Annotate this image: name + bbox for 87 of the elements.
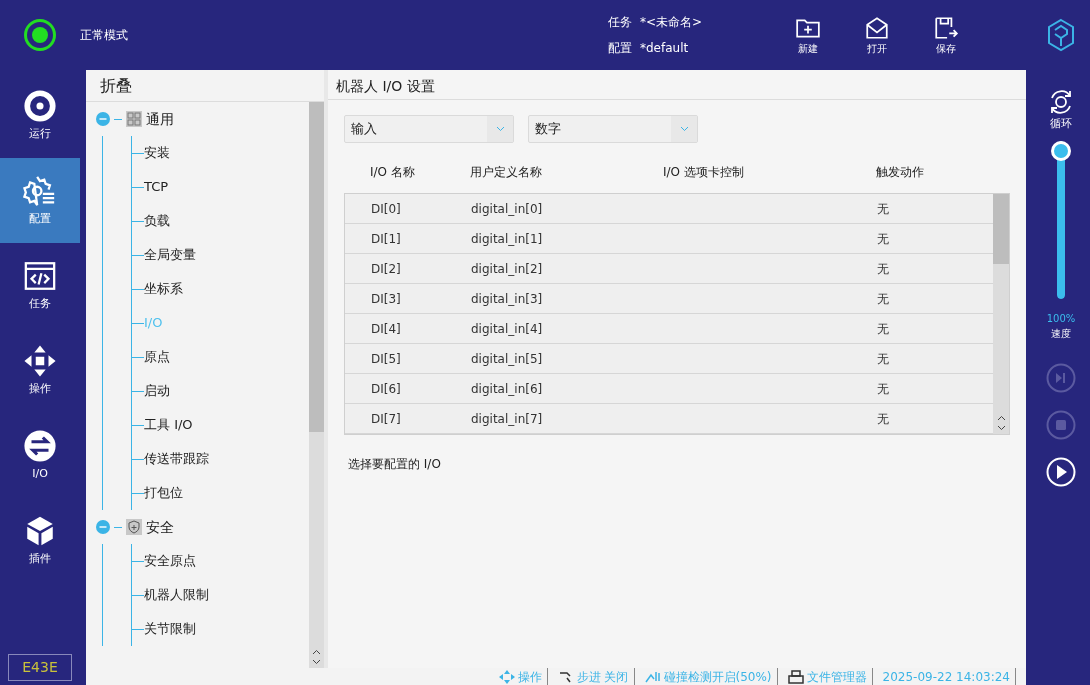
status-ring-icon	[23, 18, 57, 52]
hint-text: 选择要配置的 I/O	[348, 456, 442, 473]
chevron-down-icon	[495, 126, 505, 132]
column-header: 用户定义名称	[470, 165, 542, 179]
table-cell: DI[7]	[371, 411, 401, 426]
table-cell: DI[3]	[371, 291, 401, 306]
column-header: 触发动作	[876, 165, 924, 179]
dropdown[interactable]: 数字	[528, 115, 698, 143]
chevron-down-icon	[679, 126, 689, 132]
table-cell: digital_in[1]	[471, 231, 543, 246]
table-cell: 无	[877, 381, 889, 396]
tree-title: 折叠	[100, 74, 132, 97]
table-cell: digital_in[3]	[471, 291, 543, 306]
nav-item[interactable]: 插件	[0, 498, 80, 583]
hexagon-logo-icon	[1046, 18, 1076, 52]
speed-slider[interactable]	[1051, 140, 1071, 299]
speed-label: 速度	[1051, 326, 1071, 341]
tree-item[interactable]: 启动	[144, 381, 170, 401]
scroll-up-icon[interactable]	[996, 415, 1006, 421]
table-cell: 无	[877, 231, 889, 246]
table-cell: digital_in[5]	[471, 351, 543, 366]
table-cell: 无	[877, 291, 889, 306]
table-cell: 无	[877, 321, 889, 336]
tree-group-label[interactable]: 通用	[146, 108, 174, 130]
tree-item[interactable]: 坐标系	[144, 279, 183, 299]
scroll-down-icon[interactable]	[996, 425, 1006, 431]
nav-item[interactable]: I/O	[0, 413, 80, 498]
scrollbar[interactable]	[993, 194, 1009, 434]
column-header: I/O 名称	[370, 165, 415, 179]
tree-item[interactable]: 传送带跟踪	[144, 449, 209, 469]
table-cell: DI[6]	[371, 381, 401, 396]
scroll-up-icon[interactable]	[312, 649, 321, 655]
config-label: 配置	[608, 40, 632, 57]
task-label: 任务	[608, 14, 632, 31]
printer-icon	[787, 669, 804, 684]
table-cell: DI[0]	[371, 201, 401, 216]
status-item: 2025-09-22 14:03:24	[882, 668, 1010, 685]
table-cell: 无	[877, 411, 889, 426]
tree-item[interactable]: 安全原点	[144, 551, 196, 571]
table-cell: digital_in[4]	[471, 321, 543, 336]
floppy-export-icon	[933, 14, 959, 41]
play-button[interactable]	[1046, 456, 1076, 487]
table-cell: 无	[877, 351, 889, 366]
table-cell: digital_in[6]	[471, 381, 543, 396]
tree-item[interactable]: 安装	[144, 143, 170, 163]
scroll-down-icon[interactable]	[312, 659, 321, 665]
table-cell: digital_in[2]	[471, 261, 543, 276]
mode-label: 正常模式	[80, 27, 128, 44]
four-arrows-icon	[23, 343, 57, 378]
four-arrows-icon	[498, 669, 515, 684]
tree-item[interactable]: 原点	[144, 347, 170, 367]
page-title: 机器人 I/O 设置	[336, 77, 435, 96]
nav-item[interactable]: 操作	[0, 328, 80, 413]
tree-item[interactable]: 打包位	[144, 483, 183, 503]
shield-plus-icon	[126, 519, 142, 535]
save-file-button[interactable]: 保存	[924, 14, 968, 56]
open-file-button[interactable]: 打开	[855, 14, 899, 56]
table-cell: 无	[877, 261, 889, 276]
table-cell: digital_in[7]	[471, 411, 543, 426]
tree-item[interactable]: TCP	[144, 177, 169, 197]
nav-item[interactable]: 配置	[0, 158, 80, 243]
grid-icon	[126, 111, 142, 127]
new-file-button[interactable]: 新建	[786, 14, 830, 56]
scrollbar[interactable]	[309, 102, 324, 668]
task-value: *<未命名>	[640, 14, 703, 31]
table-cell: DI[5]	[371, 351, 401, 366]
table-cell: digital_in[0]	[471, 201, 543, 216]
nav-item[interactable]: 运行	[0, 73, 80, 158]
table-cell: DI[1]	[371, 231, 401, 246]
column-header: I/O 选项卡控制	[663, 165, 744, 179]
exchange-arrows-icon	[23, 428, 57, 463]
table-cell: 无	[877, 201, 889, 216]
cycle-label: 循环	[1050, 116, 1072, 132]
nav-item[interactable]: 任务	[0, 243, 80, 328]
tree-item[interactable]: 全局变量	[144, 245, 196, 265]
error-code-badge: E43E	[8, 654, 72, 681]
speed-reading: 100%	[1046, 311, 1076, 326]
tree-item[interactable]: 负载	[144, 211, 170, 231]
table-cell: DI[2]	[371, 261, 401, 276]
tree-item[interactable]: 工具 I/O	[144, 415, 193, 435]
target-icon	[23, 88, 57, 123]
tree-group-label[interactable]: 安全	[146, 516, 174, 538]
config-value: *default	[640, 40, 689, 57]
tree-item[interactable]: 机器人限制	[144, 585, 209, 605]
dropdown[interactable]: 输入	[344, 115, 514, 143]
table-cell: DI[4]	[371, 321, 401, 336]
tree-item[interactable]: 关节限制	[144, 619, 196, 639]
